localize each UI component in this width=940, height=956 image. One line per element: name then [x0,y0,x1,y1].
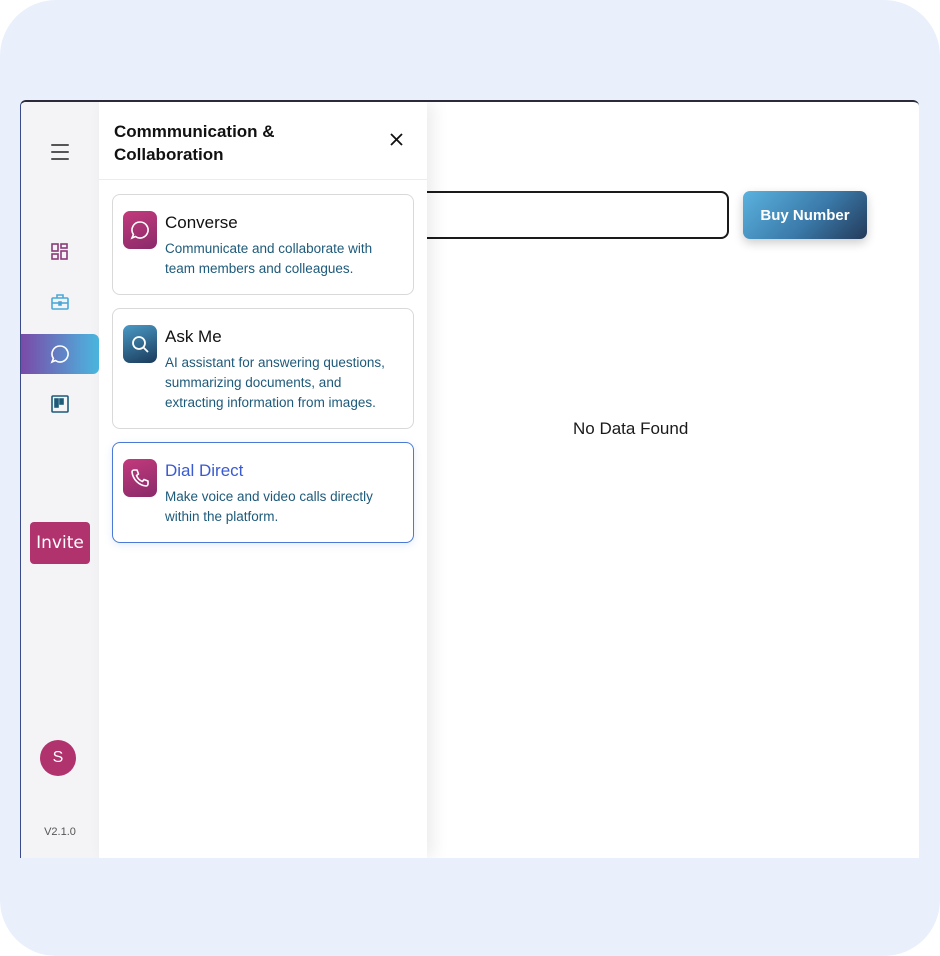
card-ask-me[interactable]: Ask Me AI assistant for answering questi… [112,308,414,429]
card-description: Make voice and video calls directly with… [165,489,373,524]
dashboard-icon [51,243,68,260]
hamburger-menu-icon[interactable] [51,144,69,160]
close-button[interactable] [387,130,405,148]
card-icon-container [123,459,157,497]
board-icon [51,395,69,413]
card-description: Communicate and collaborate with team me… [165,241,373,276]
close-icon [389,132,403,146]
card-dial-direct[interactable]: Dial Direct Make voice and video calls d… [112,442,414,543]
app-window: Invite S V2.1.0 Buy Number No Data Found… [20,100,919,858]
version-label: V2.1.0 [44,826,76,838]
panel-title: Commmunication & Collaboration [114,122,275,164]
rail-item-dashboard[interactable] [21,232,99,272]
empty-state-message: No Data Found [573,419,689,438]
rail-item-workspace[interactable] [21,282,99,322]
communication-panel: Commmunication & Collaboration Converse … [99,102,427,858]
card-description: AI assistant for answering questions, su… [165,355,385,410]
card-title: Dial Direct [165,461,244,480]
invite-button[interactable]: Invite [30,522,90,564]
avatar[interactable]: S [40,740,76,776]
briefcase-icon [51,294,69,310]
card-icon-container [123,211,157,249]
card-title: Ask Me [165,327,222,346]
card-title: Converse [165,213,238,232]
side-rail: Invite S V2.1.0 [21,102,99,858]
panel-header: Commmunication & Collaboration [99,102,427,180]
card-icon-container [123,325,157,363]
phone-icon [131,469,149,487]
rail-item-board[interactable] [21,384,99,424]
buy-number-button[interactable]: Buy Number [743,191,867,239]
chat-icon [130,221,149,240]
card-converse[interactable]: Converse Communicate and collaborate wit… [112,194,414,295]
search-icon [132,336,149,353]
rail-item-communication[interactable] [21,334,99,374]
chat-icon [50,345,69,364]
